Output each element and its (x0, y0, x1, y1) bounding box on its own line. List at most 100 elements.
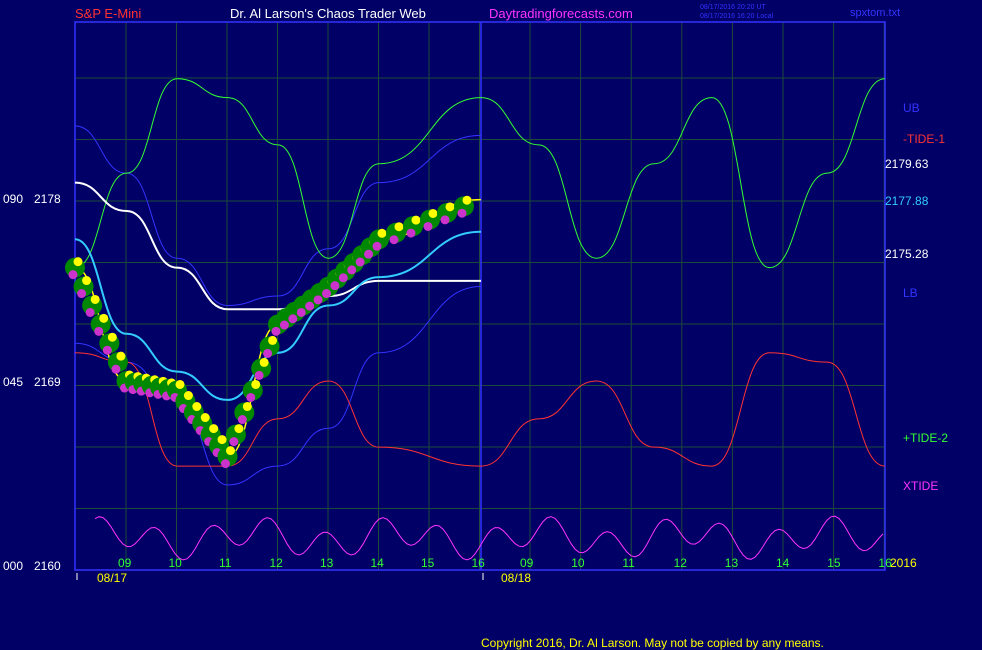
hour-label: 15 (421, 556, 435, 570)
price-dot-high (192, 402, 202, 412)
date-label: 08/18 (501, 571, 531, 585)
price-level-label: 2179.63 (885, 157, 929, 171)
price-dot-low (457, 208, 467, 218)
right-legend: UB -TIDE-1 2179.63 2177.88 2175.28 LB +T… (885, 101, 948, 493)
price-dot-low (254, 370, 264, 380)
price-dot-low (364, 249, 374, 259)
price-dot-low (271, 326, 281, 336)
y-price-label: 2178 (34, 192, 61, 206)
price-dot-low (263, 348, 273, 358)
price-dot-low (221, 459, 230, 469)
price-dot-low (313, 295, 323, 305)
price-dot-high (268, 335, 278, 345)
forecast-line-1 (480, 78, 885, 269)
hour-label: 13 (725, 556, 739, 570)
price-dot-high (462, 195, 472, 205)
hour-label: 14 (776, 556, 790, 570)
date-label: 08/17 (97, 571, 127, 585)
price-dot-high (411, 215, 421, 225)
price-dot-high (116, 351, 126, 361)
hour-label: 16 (472, 556, 486, 570)
hour-label: 12 (674, 556, 688, 570)
price-dot-high (251, 379, 261, 389)
legend-tide1: -TIDE-1 (903, 132, 945, 146)
y-left-label: 045 (3, 375, 23, 389)
price-dot-high (377, 228, 387, 238)
price-dot-high (73, 257, 83, 267)
price-dot-low (237, 415, 247, 425)
price-dot-low (389, 235, 399, 245)
hour-label: 12 (270, 556, 284, 570)
price-dot-low (406, 228, 416, 238)
price-dot-high (209, 424, 219, 434)
timestamp-ut: 08/17/2016 20:20 UT (700, 4, 766, 11)
price-dot-high (217, 435, 227, 445)
price-dot-high (90, 294, 100, 304)
timestamp-local: 08/17/2016 16:20 Local (700, 13, 774, 20)
price-dot-low (305, 301, 315, 311)
price-dot-low (85, 307, 95, 317)
price-dot-low (338, 273, 348, 283)
hour-label: 10 (571, 556, 585, 570)
price-dot-high (242, 402, 252, 412)
legend-xtide: XTIDE (903, 479, 938, 493)
hour-label: 09 (118, 556, 132, 570)
year-label: 2016 (890, 556, 917, 570)
hour-label: 11 (219, 556, 232, 570)
price-dot-low (111, 364, 121, 374)
y-left-label: 090 (3, 192, 23, 206)
legend-tide2: +TIDE-2 (903, 431, 948, 445)
y-price-label: 2160 (34, 559, 61, 573)
legend-ub: UB (903, 101, 920, 115)
price-dot-low (330, 281, 340, 291)
x-hour-labels: 09 10 11 12 13 14 15 16 09 10 11 12 13 14 15 16 (118, 556, 892, 570)
price-dot-low (355, 257, 365, 267)
data-file-label: spxtom.txt (850, 7, 900, 19)
price-dot-high (107, 332, 117, 342)
hour-label: 09 (520, 556, 534, 570)
price-dot-low (68, 270, 78, 280)
chaos-trader-chart: S&P E-Mini Dr. Al Larson's Chaos Trader … (3, 4, 948, 650)
price-dot-high (200, 413, 210, 423)
hour-label: 15 (827, 556, 841, 570)
legend-lb: LB (903, 286, 918, 300)
y-axis-labels: 090 2178 045 2169 000 2160 (3, 192, 61, 573)
forecast-line-0 (480, 352, 885, 467)
price-dot-high (428, 208, 438, 218)
price-dot-low (94, 326, 104, 336)
price-dot-low (77, 289, 87, 299)
price-dot-high (259, 357, 269, 367)
price-dot-high (445, 202, 455, 212)
price-dot-low (372, 241, 382, 251)
price-level-label: 2177.88 (885, 194, 929, 208)
hour-label: 13 (320, 556, 334, 570)
site-link[interactable]: Daytradingforecasts.com (489, 6, 633, 21)
price-dot-low (440, 215, 450, 225)
price-dot-low (347, 265, 357, 275)
price-dot-high (82, 276, 92, 286)
price-dot-low (229, 437, 239, 447)
hour-label: 11 (622, 556, 635, 570)
price-dot-low (102, 345, 112, 355)
price-dot-low (423, 221, 433, 231)
y-price-label: 2169 (34, 375, 61, 389)
price-dot-high (226, 446, 235, 456)
price-dot-low (296, 307, 306, 317)
price-dot-low (279, 320, 289, 330)
price-dot-low (322, 289, 331, 299)
price-dot-high (234, 424, 244, 434)
xtide-line (94, 515, 884, 561)
hour-label: 10 (169, 556, 183, 570)
symbol-label: S&P E-Mini (75, 6, 141, 21)
y-left-label: 000 (3, 559, 23, 573)
chart-grid (75, 22, 885, 570)
price-dot-high (175, 379, 185, 389)
price-dot-low (288, 314, 298, 324)
price-dot-high (183, 391, 193, 401)
price-dot-high (99, 313, 109, 323)
copyright-notice: Copyright 2016, Dr. Al Larson. May not b… (481, 636, 824, 650)
price-level-label: 2175.28 (885, 247, 929, 261)
price-dot-high (394, 222, 404, 232)
chart-title: Dr. Al Larson's Chaos Trader Web (230, 6, 426, 21)
hour-label: 14 (371, 556, 385, 570)
